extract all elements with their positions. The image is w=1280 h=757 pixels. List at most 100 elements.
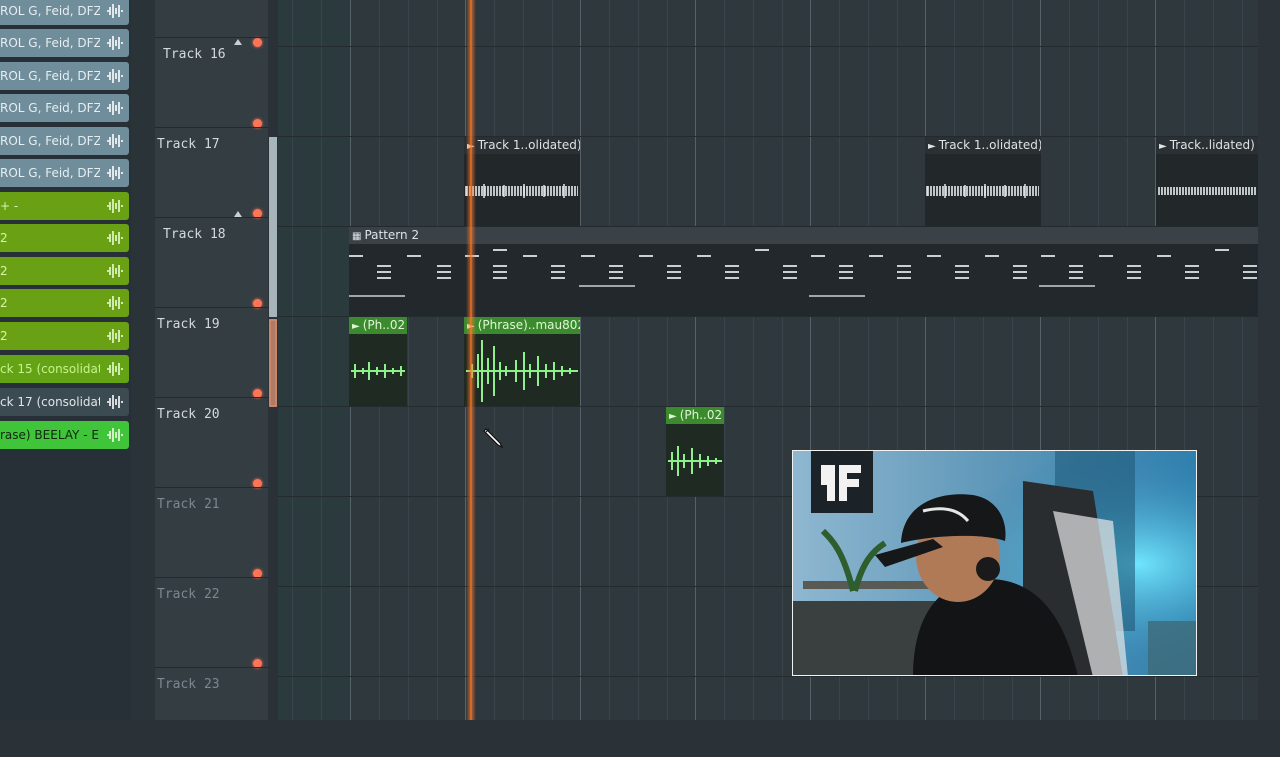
browser-item-label: ck 15 (consolidat... [0, 362, 100, 376]
audio-clip[interactable]: ►Track 1..olidated) [925, 137, 1041, 226]
browser-item-label: ROL G, Feid, DFZM... [0, 166, 100, 180]
panel-divider[interactable] [131, 0, 155, 720]
waveform-icon [107, 264, 123, 278]
track-headers: Track 16 Track 17 Track 18 Track 19 Trac… [155, 0, 268, 720]
browser-panel: ROL G, Feid, DFZM... ROL G, Feid, DFZM..… [0, 0, 131, 720]
lane-separator [278, 676, 1258, 677]
clip-title: (Ph..02 [679, 408, 723, 422]
clip-title: (Ph..02 [362, 318, 406, 332]
waveform-icon [107, 329, 123, 343]
browser-item[interactable]: 2 [0, 224, 129, 252]
grid-line [1242, 0, 1243, 720]
pattern-icon: ▦ [352, 231, 362, 242]
browser-item-label: 2 [0, 264, 8, 278]
track-header[interactable]: Track 16 [155, 37, 268, 128]
clip-title: Track..lidated) [1169, 138, 1255, 152]
track-selection-bar[interactable] [268, 137, 278, 407]
audio-clip[interactable]: ► (Ph..02 [666, 407, 724, 496]
browser-item-label: ROL G, Feid, DFZM... [0, 101, 100, 115]
track-header[interactable]: Track 22 [155, 577, 268, 668]
browser-item[interactable]: ROL G, Feid, DFZM... [0, 62, 129, 90]
clip-waveform [1156, 154, 1258, 226]
browser-item-label: 2 [0, 296, 8, 310]
clip-header[interactable]: ►(Phrase)..mau802 [464, 317, 580, 334]
pattern-clip[interactable]: ▦ Pattern 2 [349, 227, 1258, 316]
track-header[interactable]: Track 21 [155, 487, 268, 578]
browser-item[interactable]: 2 [0, 289, 129, 317]
browser-item-label: ROL G, Feid, DFZM... [0, 134, 100, 148]
waveform-graphic [926, 184, 1039, 198]
clip-header[interactable]: ►Track 1..olidated) [925, 137, 1041, 154]
collapse-arrow-icon[interactable] [234, 39, 242, 45]
browser-item[interactable]: ck 15 (consolidat... [0, 355, 129, 383]
clip-header[interactable]: ►Track 1..olidated) [464, 137, 580, 154]
audio-clip[interactable]: ►(Phrase)..mau802 [464, 317, 580, 406]
grid-line [695, 0, 696, 720]
browser-item[interactable]: + - [0, 192, 129, 220]
waveform-icon [107, 134, 123, 148]
playhead[interactable] [466, 0, 476, 720]
browser-item-label: ROL G, Feid, DFZM... [0, 69, 100, 83]
grid-line [437, 0, 438, 720]
clip-waveform [464, 334, 580, 406]
lane-separator [278, 406, 1258, 407]
browser-item-label: ROL G, Feid, DFZM... [0, 4, 100, 18]
grid-line [753, 0, 754, 720]
waveform-icon [107, 101, 123, 115]
browser-item-label: 2 [0, 329, 8, 343]
track-header[interactable]: Track 23 [155, 667, 268, 757]
clip-title: (Phrase)..mau802 [477, 318, 580, 332]
browser-item[interactable]: ROL G, Feid, DFZM... [0, 0, 129, 25]
browser-item[interactable]: 2 [0, 322, 129, 350]
webcam-picture [793, 451, 1196, 675]
audio-clip[interactable]: ► Track..lidated) [1156, 137, 1258, 226]
clip-header[interactable]: ► (Ph..02 [349, 317, 407, 334]
webcam-overlay [792, 450, 1197, 676]
clip-waveform [925, 154, 1041, 226]
waveform-icon [107, 395, 123, 409]
waveform-graphic [668, 446, 722, 476]
audio-clip[interactable]: ► (Ph..02 [349, 317, 407, 406]
waveform-graphic [1158, 187, 1256, 195]
track-header[interactable]: Track 20 [155, 397, 268, 488]
track-name: Track 19 [157, 317, 220, 332]
browser-item[interactable]: ROL G, Feid, DFZM... [0, 159, 129, 187]
pencil-cursor-icon [483, 428, 504, 448]
waveform-graphic [466, 340, 578, 402]
browser-item[interactable]: rase) BEELAY - E... [0, 421, 129, 449]
track-name: Track 21 [157, 497, 220, 512]
clip-waveform [464, 154, 580, 226]
grid-line [580, 0, 581, 720]
grid-line [321, 0, 322, 720]
track-header[interactable]: Track 18 [155, 217, 268, 308]
browser-item[interactable]: ROL G, Feid, DFZM... [0, 94, 129, 122]
right-edge [1258, 0, 1280, 720]
track-header[interactable]: Track 19 [155, 307, 268, 398]
browser-item-label: 2 [0, 231, 8, 245]
grid-line [782, 0, 783, 720]
browser-item[interactable]: 2 [0, 257, 129, 285]
waveform-graphic [351, 362, 405, 380]
browser-item[interactable]: ROL G, Feid, DFZM... [0, 29, 129, 57]
audio-clip[interactable]: ►Track 1..olidated) [464, 137, 580, 226]
waveform-icon [107, 199, 123, 213]
grid-line [667, 0, 668, 720]
clip-header[interactable]: ► (Ph..02 [666, 407, 724, 424]
audio-clip-icon: ► [928, 141, 936, 152]
browser-item[interactable]: ck 17 (consolidat... [0, 388, 129, 416]
clip-header[interactable]: ▦ Pattern 2 [349, 227, 1258, 244]
track-header[interactable]: Track 17 [155, 127, 268, 218]
track-name: Track 18 [163, 227, 226, 242]
browser-item[interactable]: ROL G, Feid, DFZM... [0, 127, 129, 155]
track-name: Track 17 [157, 137, 220, 152]
pattern-notes-graphic [349, 249, 1257, 297]
waveform-icon [107, 296, 123, 310]
clip-title: Pattern 2 [364, 228, 420, 242]
grid-shade [278, 0, 350, 720]
grid-line [292, 0, 293, 720]
waveform-icon [107, 231, 123, 245]
clip-header[interactable]: ► Track..lidated) [1156, 137, 1258, 154]
waveform-icon [107, 4, 123, 18]
grid-line [609, 0, 610, 720]
waveform-graphic [465, 184, 578, 198]
